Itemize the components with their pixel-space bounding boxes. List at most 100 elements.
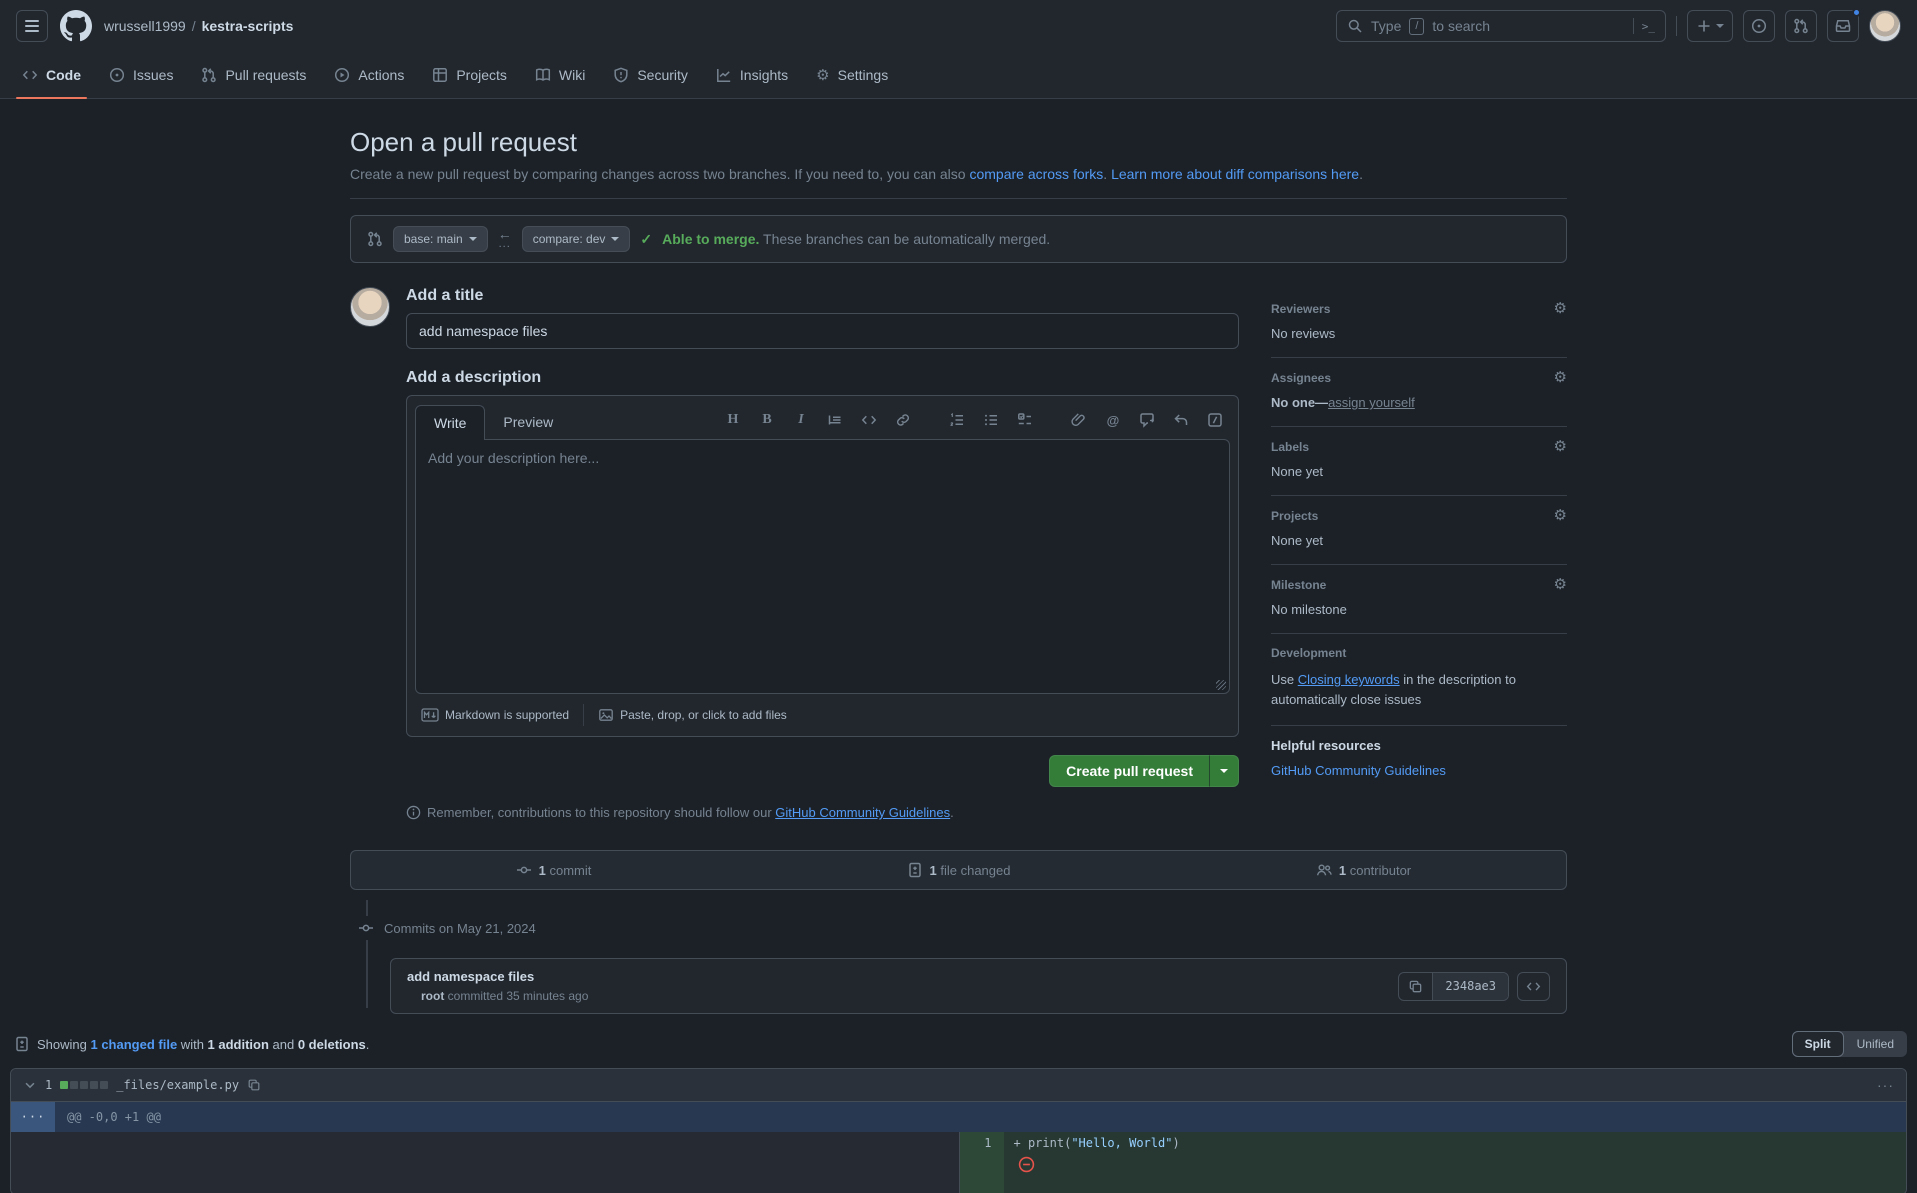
changed-file-link[interactable]: 1 changed file: [90, 1037, 177, 1052]
gear-icon[interactable]: ⚙: [1554, 301, 1567, 316]
author-avatar: [350, 287, 390, 327]
code-icon[interactable]: [860, 411, 878, 429]
create-pull-request-dropdown[interactable]: [1209, 755, 1239, 787]
diff-section: Showing 1 changed file with 1 addition a…: [0, 1028, 1917, 1193]
github-logo-icon[interactable]: [60, 10, 92, 42]
create-pull-request-split-button: Create pull request: [1049, 755, 1239, 787]
gear-icon[interactable]: ⚙: [1554, 577, 1567, 592]
diff-comparisons-link[interactable]: Learn more about diff comparisons here: [1111, 166, 1359, 182]
global-search-input[interactable]: Type / to search >_: [1336, 10, 1666, 42]
tab-code[interactable]: Code: [8, 52, 95, 98]
heading-icon[interactable]: H: [724, 411, 742, 429]
copy-sha-button[interactable]: [1399, 973, 1433, 1000]
link-icon[interactable]: [894, 411, 912, 429]
unified-view-button[interactable]: Unified: [1844, 1031, 1907, 1057]
merge-status: Able to merge. These branches can be aut…: [662, 231, 1050, 247]
tab-issues[interactable]: Issues: [95, 52, 187, 98]
base-branch-selector[interactable]: base: main: [393, 226, 488, 252]
commit-sha-link[interactable]: 2348ae3: [1433, 973, 1508, 1000]
shield-icon: [613, 67, 629, 83]
collapse-chevron-icon[interactable]: [23, 1078, 37, 1092]
gear-icon[interactable]: ⚙: [1554, 439, 1567, 454]
code-icon: [1526, 979, 1541, 994]
unordered-list-icon[interactable]: [982, 411, 1000, 429]
sidebar-section-helpful-resources: Helpful resources GitHub Community Guide…: [1271, 726, 1567, 794]
command-palette-icon[interactable]: >_: [1642, 20, 1655, 33]
tab-preview[interactable]: Preview: [485, 405, 571, 439]
create-new-button[interactable]: [1687, 10, 1733, 42]
compare-branch-selector[interactable]: compare: dev: [522, 226, 631, 252]
commit-title-link[interactable]: add namespace files: [407, 969, 588, 984]
attach-file-icon[interactable]: [1070, 411, 1088, 429]
italic-icon[interactable]: I: [792, 411, 810, 429]
hamburger-icon: [25, 20, 39, 32]
resize-grip[interactable]: [1216, 680, 1226, 690]
compare-across-forks-link[interactable]: compare across forks: [969, 166, 1103, 182]
quote-icon[interactable]: [826, 411, 844, 429]
tab-insights[interactable]: Insights: [702, 52, 802, 98]
diff-file-name-link[interactable]: _files/example.py: [116, 1078, 239, 1092]
sidebar-section-projects: Projects ⚙ None yet: [1271, 496, 1567, 565]
assign-yourself-link[interactable]: assign yourself: [1328, 395, 1415, 410]
tab-security[interactable]: Security: [599, 52, 702, 98]
diffstat-blocks-icon: [60, 1081, 108, 1089]
gear-icon[interactable]: ⚙: [1554, 508, 1567, 523]
reply-icon[interactable]: [1172, 411, 1190, 429]
breadcrumb-owner-link[interactable]: wrussell1999: [104, 18, 186, 34]
page-subtitle: Create a new pull request by comparing c…: [350, 166, 1567, 182]
markdown-supported-note[interactable]: Markdown is supported: [421, 708, 569, 722]
git-pull-request-icon: [1793, 18, 1809, 34]
browse-code-button[interactable]: [1517, 972, 1550, 1001]
cross-reference-icon[interactable]: [1138, 411, 1156, 429]
tab-pull-requests[interactable]: Pull requests: [187, 52, 320, 98]
diff-left-pane-empty: [11, 1132, 959, 1193]
file-options-kebab-icon[interactable]: ···: [1877, 1077, 1894, 1093]
attach-files-note[interactable]: Paste, drop, or click to add files: [598, 707, 787, 723]
chevron-down-icon: [1716, 24, 1724, 28]
user-avatar[interactable]: [1869, 10, 1901, 42]
commits-stat[interactable]: 1 commit: [351, 862, 756, 878]
issues-header-button[interactable]: [1743, 10, 1775, 42]
helpful-guidelines-link[interactable]: GitHub Community Guidelines: [1271, 763, 1446, 778]
files-changed-stat[interactable]: 1 file changed: [756, 862, 1161, 878]
diff-view-toggle: Split Unified: [1792, 1031, 1907, 1057]
tasklist-icon[interactable]: [1016, 411, 1034, 429]
breadcrumb-separator: /: [192, 18, 196, 34]
tab-wiki[interactable]: Wiki: [521, 52, 599, 98]
commits-timeline: Commits on May 21, 2024 add namespace fi…: [350, 916, 1567, 1014]
file-diff-icon: [14, 1036, 30, 1052]
copy-path-icon[interactable]: [247, 1078, 261, 1092]
tab-actions[interactable]: Actions: [320, 52, 418, 98]
pr-description-textarea[interactable]: [416, 440, 1229, 690]
line-number[interactable]: 1: [960, 1132, 1004, 1193]
bold-icon[interactable]: B: [758, 411, 776, 429]
gear-icon[interactable]: ⚙: [1554, 370, 1567, 385]
mention-icon[interactable]: @: [1104, 411, 1122, 429]
inbox-button[interactable]: [1827, 10, 1859, 42]
sidebar-section-assignees: Assignees ⚙ No one—assign yourself: [1271, 358, 1567, 427]
pr-title-input[interactable]: [406, 313, 1239, 349]
diff-file-panel: 1 _files/example.py ··· ··· @@ -0,0 +1 @…: [10, 1068, 1907, 1193]
divider: [350, 198, 1567, 199]
closing-keywords-link[interactable]: Closing keywords: [1298, 672, 1400, 687]
chevron-down-icon: [469, 237, 477, 241]
breadcrumb-repo-link[interactable]: kestra-scripts: [202, 18, 294, 34]
hunk-header: @@ -0,0 +1 @@: [55, 1102, 1906, 1132]
added-code-line[interactable]: + print("Hello, World"): [1004, 1136, 1907, 1150]
ordered-list-icon[interactable]: [948, 411, 966, 429]
slash-commands-icon[interactable]: [1206, 411, 1224, 429]
additions-count: 1: [45, 1078, 52, 1092]
expand-hunk-button[interactable]: ···: [11, 1102, 55, 1132]
pr-sidebar: Reviewers ⚙ No reviews Assignees ⚙ No on…: [1271, 287, 1567, 820]
community-guidelines-link[interactable]: GitHub Community Guidelines: [775, 805, 950, 820]
tab-settings[interactable]: ⚙ Settings: [802, 52, 902, 98]
tab-projects[interactable]: Projects: [418, 52, 521, 98]
pull-requests-header-button[interactable]: [1785, 10, 1817, 42]
create-pull-request-button[interactable]: Create pull request: [1049, 755, 1209, 787]
commit-card: add namespace files root committed 35 mi…: [390, 958, 1567, 1014]
split-view-button[interactable]: Split: [1792, 1031, 1844, 1057]
minus-circle-icon[interactable]: [1018, 1156, 1035, 1173]
hamburger-menu-button[interactable]: [16, 10, 48, 42]
contributors-stat[interactable]: 1 contributor: [1161, 862, 1566, 878]
tab-write[interactable]: Write: [415, 405, 485, 440]
